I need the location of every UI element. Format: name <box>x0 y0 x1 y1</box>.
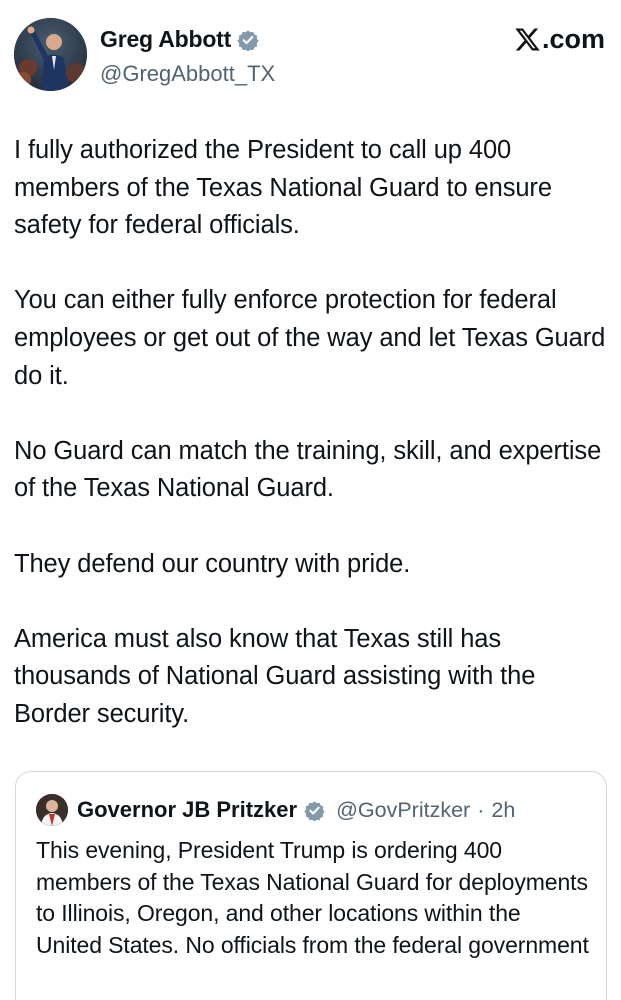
verified-badge-icon <box>237 29 259 51</box>
quoted-timestamp[interactable]: 2h <box>491 798 515 823</box>
tweet-paragraph: America must also know that Texas still … <box>14 624 536 728</box>
tweet-header: Greg Abbott @GregAbbott_TX .com <box>14 18 607 94</box>
author-handle[interactable]: @GregAbbott_TX <box>100 61 275 87</box>
tweet-paragraph: I fully authorized the President to call… <box>14 136 552 240</box>
tweet-paragraph: You can either fully enforce protection … <box>14 286 606 390</box>
author-display-name[interactable]: Greg Abbott <box>100 26 231 53</box>
quoted-tweet-header: Governor JB Pritzker @GovPritzker · 2h <box>36 794 515 826</box>
tweet-text: I fully authorized the President to call… <box>14 132 609 734</box>
quoted-tweet-card[interactable]: Governor JB Pritzker @GovPritzker · 2h T… <box>15 771 607 1000</box>
author-avatar[interactable] <box>14 18 87 91</box>
tweet-paragraph: They defend our country with pride. <box>14 549 411 578</box>
dot-separator: · <box>477 797 485 822</box>
verified-badge-icon <box>304 800 325 821</box>
quoted-author-name[interactable]: Governor JB Pritzker <box>77 797 297 823</box>
x-logo-icon <box>514 26 541 53</box>
tweet-paragraph: No Guard can match the training, skill, … <box>14 436 602 503</box>
avatar-photo <box>14 18 87 91</box>
brand-domain-label: .com <box>541 24 605 54</box>
quoted-author-avatar[interactable] <box>36 794 68 826</box>
quoted-author-handle[interactable]: @GovPritzker <box>336 798 470 823</box>
quoted-tweet-text: This evening, President Trump is orderin… <box>36 837 589 958</box>
x-com-brand: .com <box>514 24 605 55</box>
